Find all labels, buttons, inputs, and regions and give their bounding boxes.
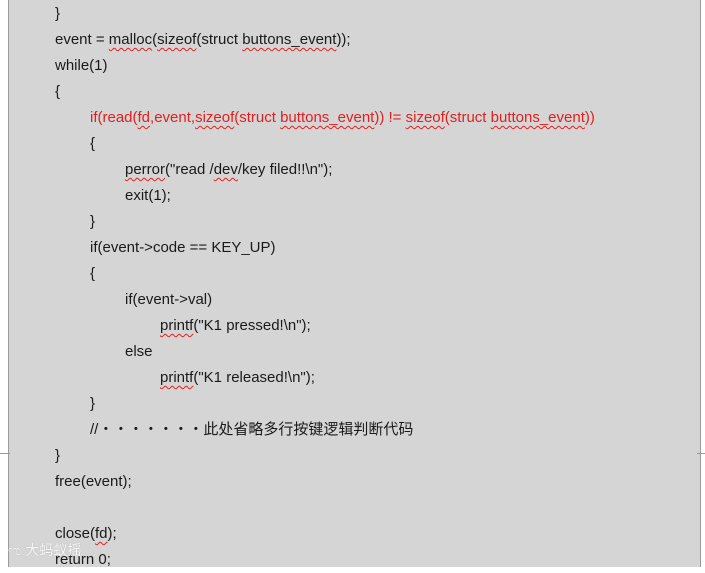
spellcheck-flagged-word: printf	[160, 317, 194, 334]
spellcheck-flagged-word: buttons_event	[280, 109, 375, 126]
code-text: /key filed!!\n");	[237, 161, 333, 178]
code-text: ,event,	[150, 109, 196, 126]
spellcheck-flagged-word: sizeof	[157, 31, 197, 48]
code-line: exit(1);	[125, 183, 171, 209]
spellcheck-flagged-word: buttons_event	[490, 109, 585, 126]
code-text: {	[90, 265, 96, 282]
code-text: ("K1 released!\n");	[193, 369, 315, 386]
weibo-logo-icon: ಌ	[8, 542, 22, 558]
code-text: }	[90, 395, 96, 412]
code-line: {	[55, 79, 60, 105]
watermark-text: 大蚂蚁摇	[25, 542, 82, 558]
spellcheck-flagged-word: perror	[125, 161, 166, 178]
code-line: event = malloc(sizeof(struct buttons_eve…	[55, 27, 351, 53]
code-text: }	[55, 5, 61, 22]
code-text: ("K1 pressed!\n");	[193, 317, 311, 334]
code-line: if(event->code == KEY_UP)	[90, 235, 276, 261]
code-line: free(event);	[55, 469, 132, 495]
watermark: ಌ 大蚂蚁摇	[8, 540, 81, 560]
code-line: printf("K1 released!\n");	[160, 365, 315, 391]
code-text: else	[125, 343, 153, 360]
code-text: }	[90, 213, 96, 230]
spellcheck-flagged-word: fd	[95, 525, 108, 542]
code-line: //・・・・・・・此处省略多行按键逻辑判断代码	[90, 417, 413, 443]
code-line: }	[90, 209, 95, 235]
code-text: //・・・・・・・此处省略多行按键逻辑判断代码	[90, 421, 414, 438]
code-line: }	[90, 391, 95, 417]
code-text: }	[55, 447, 61, 464]
code-line: }	[55, 1, 60, 27]
code-line: while(1)	[55, 53, 108, 79]
code-text: event =	[55, 31, 109, 48]
spellcheck-flagged-word: malloc	[108, 31, 153, 48]
code-text: if(event->val)	[125, 291, 213, 308]
code-text: {	[90, 135, 96, 152]
code-text: );	[107, 525, 117, 542]
code-text: free(event);	[55, 473, 132, 490]
code-line: }	[55, 443, 60, 469]
spellcheck-flagged-word: sizeof	[405, 109, 445, 126]
code-text: ))	[584, 109, 595, 126]
code-text: if(event->code == KEY_UP)	[90, 239, 276, 256]
code-text: {	[55, 83, 61, 100]
code-line: {	[90, 131, 95, 157]
spellcheck-flagged-word: printf	[160, 369, 194, 386]
code-text: (struct	[444, 109, 491, 126]
spellcheck-flagged-word: buttons_event	[242, 31, 337, 48]
code-line: else	[125, 339, 153, 365]
code-text: )) !=	[374, 109, 406, 126]
code-block: } event = malloc(sizeof(struct buttons_ev…	[0, 0, 705, 568]
code-text: exit(1);	[125, 187, 171, 204]
code-line: printf("K1 pressed!\n");	[160, 313, 311, 339]
code-line: {	[90, 261, 95, 287]
spellcheck-flagged-word: sizeof	[195, 109, 235, 126]
code-line: if(event->val)	[125, 287, 212, 313]
code-text: while(1)	[55, 57, 108, 74]
code-text: if(read(	[90, 109, 138, 126]
code-text: (struct	[196, 31, 243, 48]
code-text: ("read /	[165, 161, 214, 178]
code-line: if(read(fd,event,sizeof(struct buttons_e…	[90, 105, 595, 131]
code-text: (struct	[234, 109, 281, 126]
code-line: perror("read /dev/key filed!!\n");	[125, 157, 332, 183]
code-text: ));	[336, 31, 351, 48]
spellcheck-flagged-word: dev	[213, 161, 238, 178]
spellcheck-flagged-word: fd	[137, 109, 151, 126]
